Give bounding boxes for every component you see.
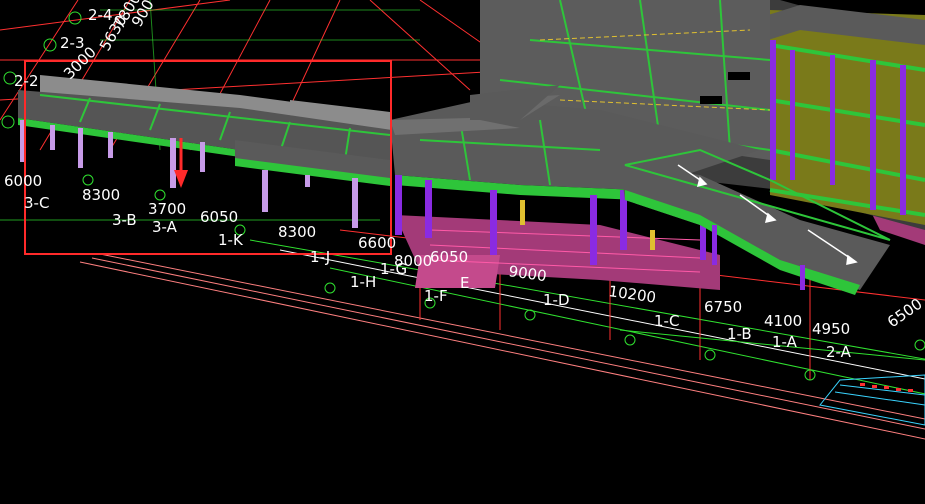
cad-3d-viewport[interactable]: 2-4 2-3 2-2 3-C 3-B 3-A 5630 7800 900 30…	[0, 0, 925, 500]
axis-label: 1-F	[424, 287, 448, 305]
axis-label: 3-B	[112, 211, 137, 229]
axis-label: 1-J	[310, 248, 330, 266]
dim-label: 6600	[358, 234, 396, 252]
axis-label: 1-B	[727, 325, 752, 343]
axis-label: 1-H	[350, 273, 376, 291]
dim-label: 6050	[200, 208, 238, 226]
dim-label: 6050	[430, 248, 468, 266]
dim-label: 3700	[148, 200, 186, 218]
dim-label: 4950	[812, 320, 850, 338]
model-canvas[interactable]: 2-4 2-3 2-2 3-C 3-B 3-A 5630 7800 900 30…	[0, 0, 925, 500]
axis-label: 2-A	[826, 343, 852, 361]
dim-label: 6500	[884, 295, 925, 332]
dim-label: 6000	[4, 172, 42, 190]
axis-label: 3-C	[24, 194, 49, 212]
axis-label: 1-C	[654, 312, 679, 330]
axis-label: 1-A	[772, 333, 798, 351]
dim-label: 8300	[278, 223, 316, 241]
axis-label: E	[460, 274, 469, 292]
dim-label: 6750	[704, 298, 742, 316]
axis-label: 1-K	[218, 231, 244, 249]
dim-label: 4100	[764, 312, 802, 330]
axis-label: 1-D	[543, 291, 570, 309]
dim-label: 8000	[394, 252, 432, 270]
dim-label: 8300	[82, 186, 120, 204]
axis-label: 2-2	[14, 72, 39, 90]
covered-walkway	[18, 75, 392, 228]
axis-label: 3-A	[152, 218, 178, 236]
dim-label: 10200	[607, 282, 657, 306]
dim-label: 9000	[507, 262, 547, 285]
